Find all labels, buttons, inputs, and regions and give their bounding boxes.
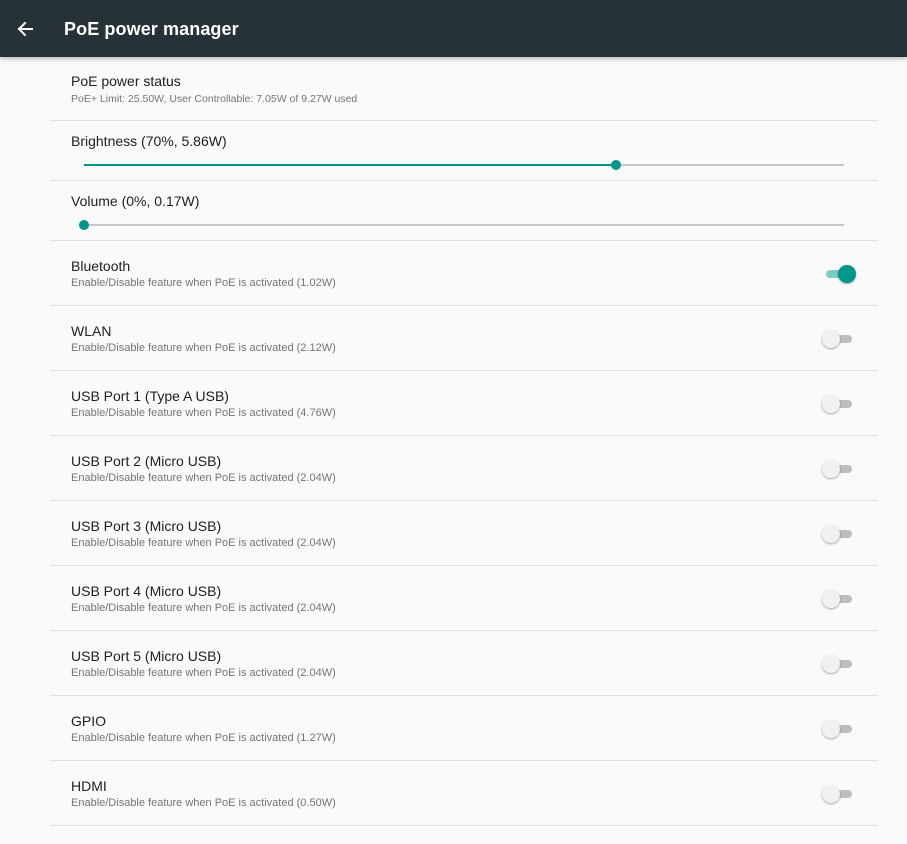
usb-port-2-switch[interactable] xyxy=(822,459,854,479)
poe-power-status-item[interactable]: PoE power status PoE+ Limit: 25.50W, Use… xyxy=(50,57,878,121)
slider-fill xyxy=(84,164,616,166)
feature-title: GPIO xyxy=(71,713,107,729)
usb-port-4-switch[interactable] xyxy=(822,589,854,609)
switch-thumb xyxy=(822,525,840,543)
preference-list: PoE power status PoE+ Limit: 25.50W, Use… xyxy=(50,57,878,826)
feature-item-usb-port-4[interactable]: USB Port 4 (Micro USB) Enable/Disable fe… xyxy=(50,566,878,631)
brightness-item: Brightness (70%, 5.86W) xyxy=(50,121,878,181)
usb-port-3-switch[interactable] xyxy=(822,524,854,544)
wlan-switch[interactable] xyxy=(822,329,854,349)
poe-status-title: PoE power status xyxy=(71,73,181,89)
feature-item-hdmi[interactable]: HDMI Enable/Disable feature when PoE is … xyxy=(50,761,878,826)
feature-title: HDMI xyxy=(71,778,107,794)
volume-item: Volume (0%, 0.17W) xyxy=(50,181,878,241)
switch-thumb xyxy=(822,395,840,413)
poe-status-summary: PoE+ Limit: 25.50W, User Controllable: 7… xyxy=(71,93,358,105)
usb-port-1-switch[interactable] xyxy=(822,394,854,414)
slider-thumb[interactable] xyxy=(611,160,621,170)
feature-item-usb-port-5[interactable]: USB Port 5 (Micro USB) Enable/Disable fe… xyxy=(50,631,878,696)
feature-title: USB Port 4 (Micro USB) xyxy=(71,583,222,599)
brightness-title: Brightness (70%, 5.86W) xyxy=(71,133,227,149)
feature-item-gpio[interactable]: GPIO Enable/Disable feature when PoE is … xyxy=(50,696,878,761)
switch-thumb xyxy=(822,330,840,348)
feature-title: WLAN xyxy=(71,323,112,339)
feature-summary: Enable/Disable feature when PoE is activ… xyxy=(71,667,336,679)
feature-summary: Enable/Disable feature when PoE is activ… xyxy=(71,472,336,484)
gpio-switch[interactable] xyxy=(822,719,854,739)
page-title: PoE power manager xyxy=(64,19,239,39)
switch-thumb xyxy=(822,785,840,803)
slider-track xyxy=(84,224,844,226)
feature-summary: Enable/Disable feature when PoE is activ… xyxy=(71,342,336,354)
feature-item-usb-port-2[interactable]: USB Port 2 (Micro USB) Enable/Disable fe… xyxy=(50,436,878,501)
app-bar: PoE power manager xyxy=(0,0,907,57)
feature-summary: Enable/Disable feature when PoE is activ… xyxy=(71,602,336,614)
feature-summary: Enable/Disable feature when PoE is activ… xyxy=(71,277,336,289)
switch-thumb xyxy=(822,590,840,608)
back-button[interactable] xyxy=(10,14,40,44)
switch-thumb xyxy=(822,655,840,673)
switch-thumb xyxy=(822,460,840,478)
feature-title: USB Port 2 (Micro USB) xyxy=(71,453,222,469)
feature-title: USB Port 3 (Micro USB) xyxy=(71,518,222,534)
brightness-slider[interactable] xyxy=(84,159,844,171)
volume-title: Volume (0%, 0.17W) xyxy=(71,193,200,209)
slider-thumb[interactable] xyxy=(79,220,89,230)
feature-item-wlan[interactable]: WLAN Enable/Disable feature when PoE is … xyxy=(50,306,878,371)
feature-title: USB Port 5 (Micro USB) xyxy=(71,648,222,664)
feature-item-usb-port-1[interactable]: USB Port 1 (Type A USB) Enable/Disable f… xyxy=(50,371,878,436)
feature-summary: Enable/Disable feature when PoE is activ… xyxy=(71,537,336,549)
feature-summary: Enable/Disable feature when PoE is activ… xyxy=(71,797,336,809)
feature-summary: Enable/Disable feature when PoE is activ… xyxy=(71,732,336,744)
switch-thumb xyxy=(838,265,856,283)
bluetooth-switch[interactable] xyxy=(824,264,856,284)
hdmi-switch[interactable] xyxy=(822,784,854,804)
feature-item-bluetooth[interactable]: Bluetooth Enable/Disable feature when Po… xyxy=(50,241,878,306)
volume-slider[interactable] xyxy=(79,219,844,231)
arrow-back-icon xyxy=(17,21,33,37)
usb-port-5-switch[interactable] xyxy=(822,654,854,674)
switch-thumb xyxy=(822,720,840,738)
feature-title: USB Port 1 (Type A USB) xyxy=(71,388,229,404)
feature-item-usb-port-3[interactable]: USB Port 3 (Micro USB) Enable/Disable fe… xyxy=(50,501,878,566)
feature-title: Bluetooth xyxy=(71,258,131,274)
feature-summary: Enable/Disable feature when PoE is activ… xyxy=(71,407,336,419)
